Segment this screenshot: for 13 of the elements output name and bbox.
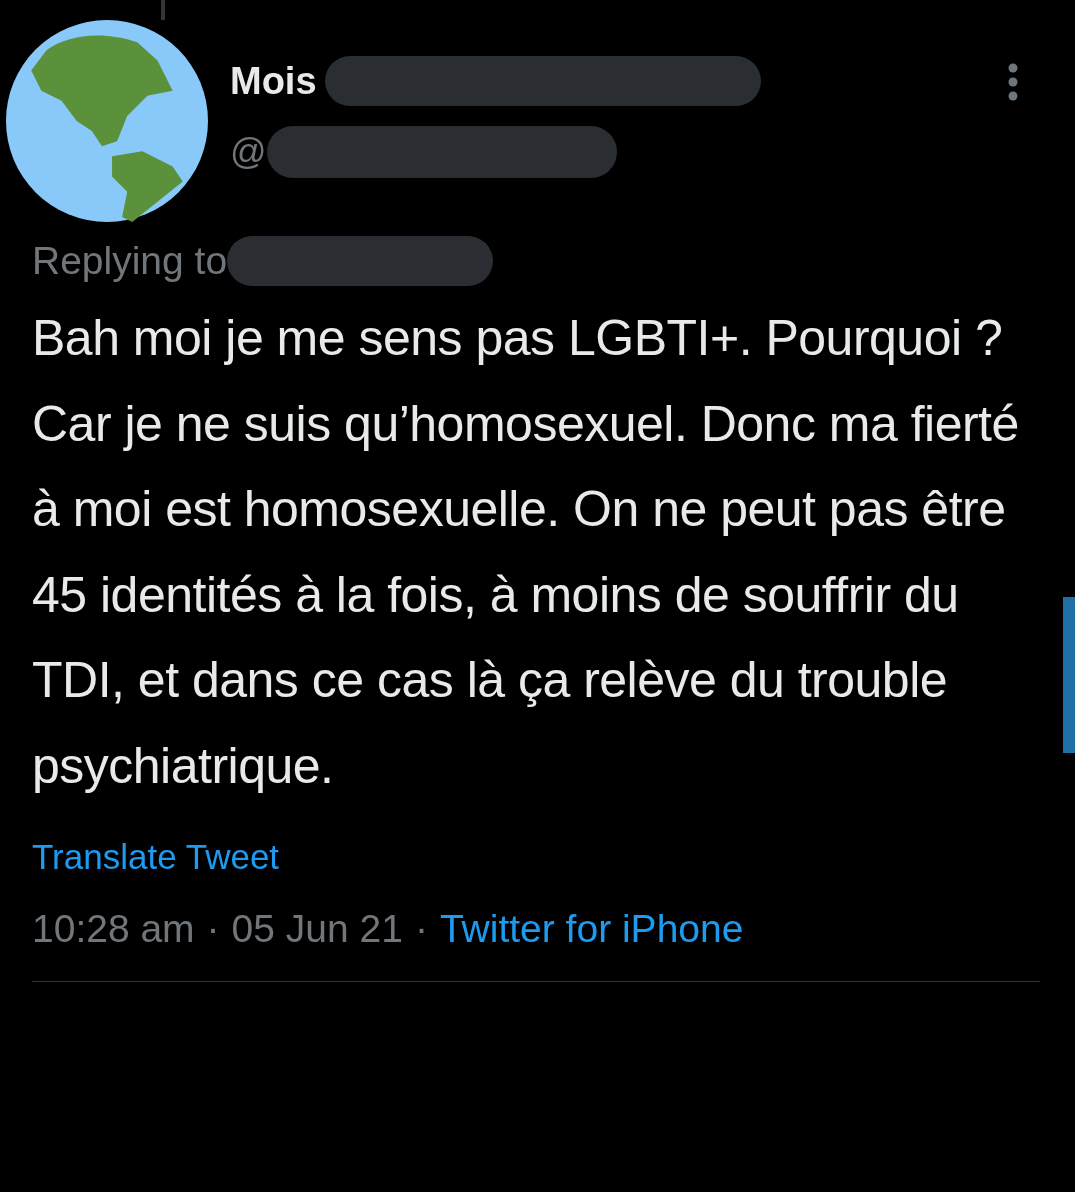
separator-dot: · [206,907,220,951]
tweet-date: 05 Jun 21 [231,907,403,951]
scrollbar-thumb[interactable] [1063,597,1075,753]
source-link[interactable]: Twitter for iPhone [439,907,744,951]
replying-to-label: Replying to [32,239,228,283]
author-handle[interactable]: @ [230,131,267,173]
author-name[interactable]: Mois [230,59,317,103]
tweet-text: Bah moi je me sens pas LGBTI+. Pourquoi ? Car je ne suis qu’homosexuel. Donc ma fierté à moi est homosexuelle. On ne peut pas être 45 identités à la fois, à moins de souffrir du TDI, et dans ce cas là ça relève du trouble psychiatrique. [32,309,1020,796]
translate-link[interactable]: Translate Tweet [32,837,280,877]
tweet-time: 10:28 am [32,907,195,951]
separator-dot: · [414,907,428,951]
more-options-icon[interactable] [1007,62,1019,102]
avatar-globe-icon[interactable] [6,20,208,222]
